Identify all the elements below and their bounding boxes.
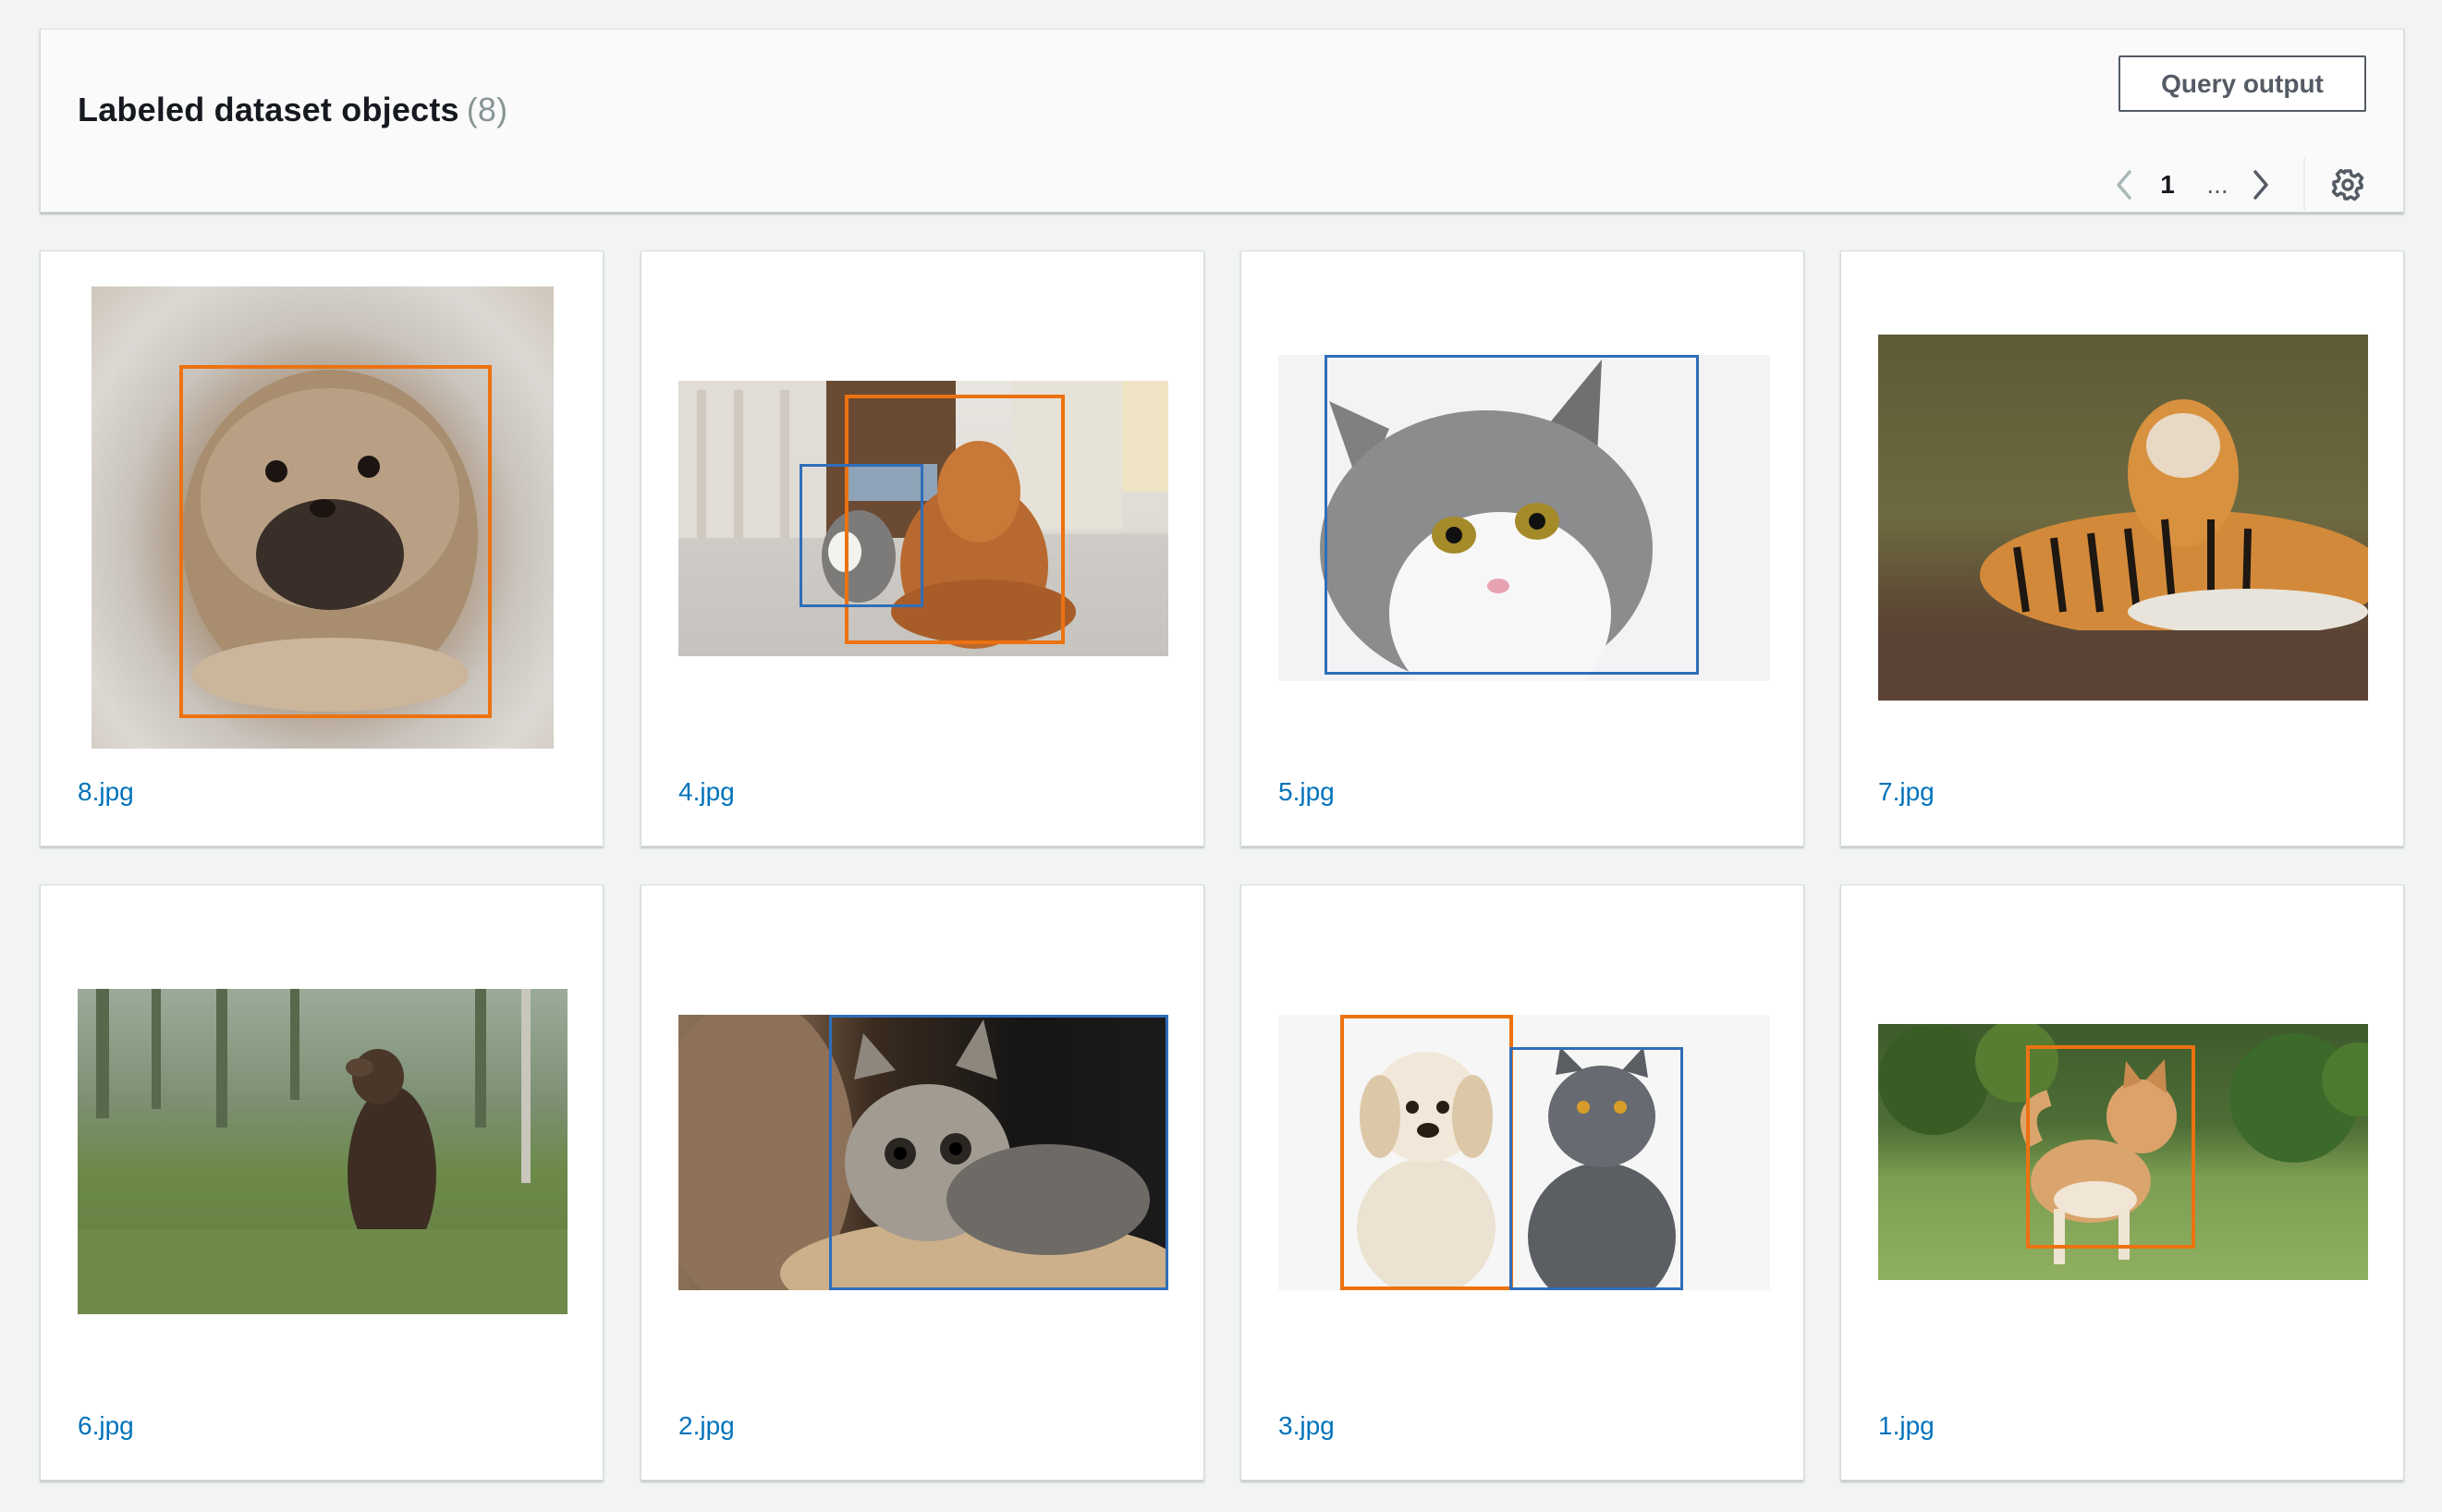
bounding-box-blue: [800, 464, 923, 607]
dataset-object-card[interactable]: 2.jpg: [641, 884, 1204, 1481]
bounding-box-orange: [179, 365, 492, 718]
object-filename-link[interactable]: 8.jpg: [78, 777, 134, 807]
settings-gear-icon[interactable]: [2329, 166, 2366, 203]
bounding-box-blue: [829, 1015, 1168, 1290]
dataset-object-card[interactable]: 1.jpg: [1840, 884, 2404, 1481]
next-page-icon[interactable]: [2242, 166, 2279, 203]
image-thumbnail[interactable]: [1878, 335, 2368, 701]
object-filename-link[interactable]: 7.jpg: [1878, 777, 1935, 807]
current-page-number[interactable]: 1: [2143, 170, 2192, 200]
dataset-object-card[interactable]: 4.jpg: [641, 250, 1204, 847]
pagination-ellipsis: ...: [2206, 170, 2228, 199]
tiger-image: [1878, 399, 2368, 701]
bounding-box-orange: [1340, 1015, 1513, 1290]
object-count: (8): [466, 91, 508, 128]
object-filename-link[interactable]: 3.jpg: [1278, 1411, 1335, 1441]
object-filename-link[interactable]: 6.jpg: [78, 1411, 134, 1441]
dataset-object-card[interactable]: 8.jpg: [40, 250, 604, 847]
image-thumbnail[interactable]: [678, 1015, 1168, 1290]
query-output-button[interactable]: Query output: [2118, 55, 2366, 112]
dataset-object-card[interactable]: 6.jpg: [40, 884, 604, 1481]
standing-bear-image: [78, 989, 568, 1314]
dataset-object-card[interactable]: 3.jpg: [1240, 884, 1804, 1481]
previous-page-icon[interactable]: [2106, 166, 2143, 203]
image-thumbnail[interactable]: [92, 287, 554, 749]
image-thumbnail[interactable]: [1278, 355, 1770, 681]
bounding-box-orange: [2026, 1045, 2195, 1249]
object-filename-link[interactable]: 5.jpg: [1278, 777, 1335, 807]
object-filename-link[interactable]: 1.jpg: [1878, 1411, 1935, 1441]
object-filename-link[interactable]: 4.jpg: [678, 777, 735, 807]
page-title: Labeled dataset objects (8): [78, 91, 507, 129]
bounding-box-blue: [1509, 1047, 1683, 1290]
object-filename-link[interactable]: 2.jpg: [678, 1411, 735, 1441]
pagination-divider: [2303, 157, 2305, 213]
pagination: 1 ...: [2106, 157, 2366, 213]
bounding-box-blue: [1325, 355, 1699, 675]
dataset-object-card[interactable]: 7.jpg: [1840, 250, 2404, 847]
dataset-objects-header: Labeled dataset objects (8) Query output …: [40, 29, 2404, 213]
image-thumbnail[interactable]: [678, 381, 1168, 656]
title-text: Labeled dataset objects: [78, 91, 459, 128]
image-thumbnail[interactable]: [1278, 1015, 1770, 1290]
image-thumbnail[interactable]: [1878, 1024, 2368, 1280]
dataset-object-card[interactable]: 5.jpg: [1240, 250, 1804, 847]
image-thumbnail[interactable]: [78, 989, 568, 1314]
